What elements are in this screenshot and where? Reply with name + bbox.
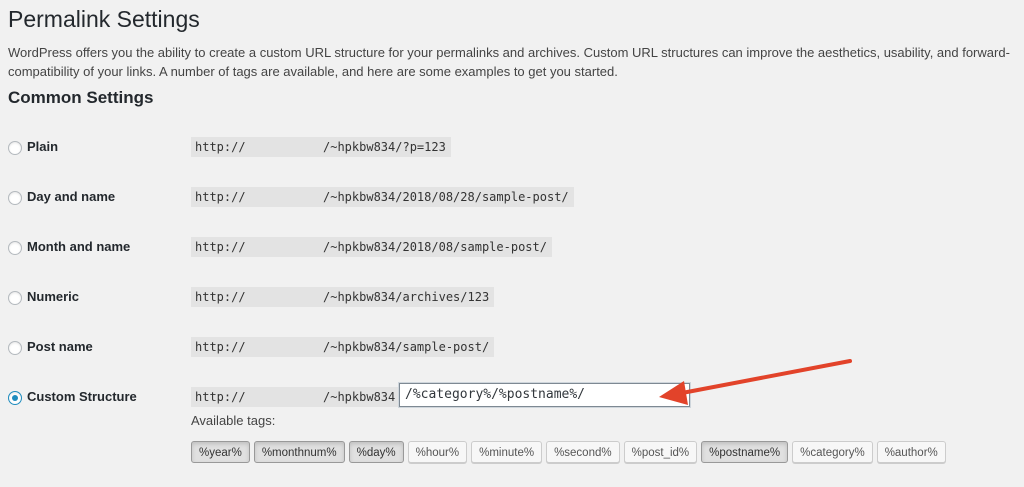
radio-day-and-name[interactable] <box>8 191 22 205</box>
radio-numeric[interactable] <box>8 291 22 305</box>
tag-button-post-id[interactable]: %post_id% <box>623 441 698 463</box>
url-example-numeric: http:///~hpkbw834/archives/123 <box>191 287 495 307</box>
option-row-custom-structure: Custom Structure http:///~hpkbw834 <box>0 383 1024 409</box>
option-row-numeric: Numeric http:///~hpkbw834/archives/123 <box>0 287 1024 309</box>
tag-button-year[interactable]: %year% <box>191 441 250 463</box>
radio-post-name[interactable] <box>8 341 22 355</box>
option-label-day-and-name[interactable]: Day and name <box>27 189 115 204</box>
option-label-numeric[interactable]: Numeric <box>27 289 79 304</box>
url-example-day-and-name: http:///~hpkbw834/2018/08/28/sample-post… <box>191 187 574 207</box>
option-row-day-and-name: Day and name http:///~hpkbw834/2018/08/2… <box>0 187 1024 209</box>
radio-plain[interactable] <box>8 141 22 155</box>
permalink-settings-page: Permalink Settings WordPress offers you … <box>0 0 1024 487</box>
tag-button-category[interactable]: %category% <box>792 441 873 463</box>
section-title-common-settings: Common Settings <box>8 88 154 107</box>
tag-button-author[interactable]: %author% <box>876 441 946 463</box>
tag-button-hour[interactable]: %hour% <box>407 441 468 463</box>
option-row-plain: Plain http:///~hpkbw834/?p=123 <box>0 137 1024 159</box>
url-example-custom-structure: http:///~hpkbw834 <box>191 387 401 407</box>
tag-button-second[interactable]: %second% <box>546 441 620 463</box>
option-label-month-and-name[interactable]: Month and name <box>27 239 130 254</box>
radio-custom-structure[interactable] <box>8 391 22 405</box>
radio-month-and-name[interactable] <box>8 241 22 255</box>
url-example-month-and-name: http:///~hpkbw834/2018/08/sample-post/ <box>191 237 552 257</box>
custom-structure-input[interactable] <box>399 383 690 407</box>
tag-button-minute[interactable]: %minute% <box>471 441 543 463</box>
option-label-plain[interactable]: Plain <box>27 139 58 154</box>
available-tags-list: %year% %monthnum% %day% %hour% %minute% … <box>191 441 946 463</box>
tag-button-day[interactable]: %day% <box>348 441 404 463</box>
intro-text: WordPress offers you the ability to crea… <box>8 45 1010 79</box>
option-label-custom-structure[interactable]: Custom Structure <box>27 389 137 404</box>
tag-button-postname[interactable]: %postname% <box>701 441 789 463</box>
url-example-plain: http:///~hpkbw834/?p=123 <box>191 137 451 157</box>
url-example-post-name: http:///~hpkbw834/sample-post/ <box>191 337 495 357</box>
tag-button-monthnum[interactable]: %monthnum% <box>253 441 345 463</box>
available-tags-label: Available tags: <box>191 413 276 428</box>
option-label-post-name[interactable]: Post name <box>27 339 93 354</box>
page-title: Permalink Settings <box>8 6 200 32</box>
option-row-post-name: Post name http:///~hpkbw834/sample-post/ <box>0 337 1024 359</box>
option-row-month-and-name: Month and name http:///~hpkbw834/2018/08… <box>0 237 1024 259</box>
